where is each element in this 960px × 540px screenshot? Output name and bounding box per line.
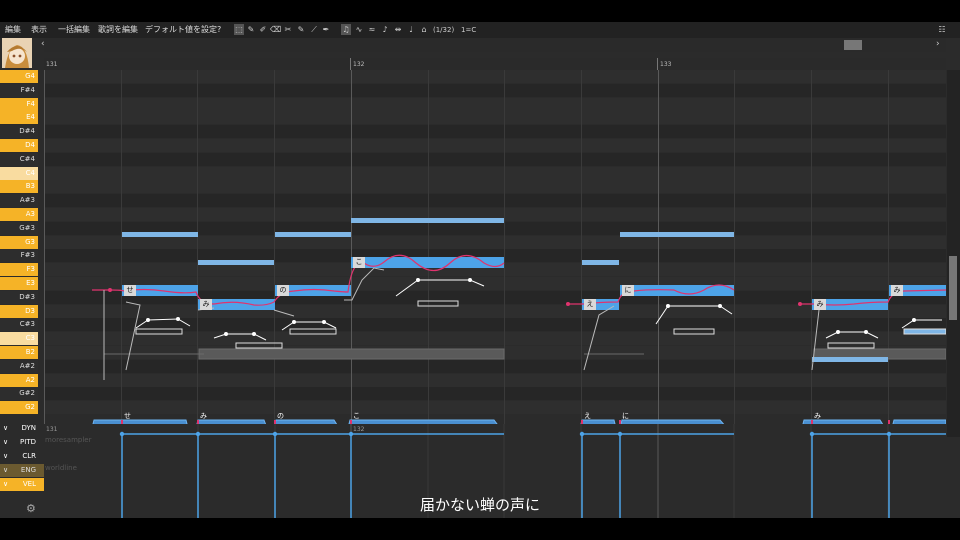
phoneme[interactable]: え — [584, 299, 596, 310]
select-tool-icon[interactable]: ⬚ — [234, 24, 244, 35]
bar-number: 133 — [660, 61, 672, 68]
lyric-label: せ — [124, 412, 131, 420]
phoneme[interactable]: み — [891, 285, 903, 296]
timeline-ruler[interactable]: 131 132 133 — [44, 58, 946, 70]
piano-key[interactable]: E4 — [0, 111, 38, 125]
phoneme[interactable]: み — [814, 299, 826, 310]
piano-key[interactable]: C3 — [0, 332, 38, 346]
piano-key[interactable]: A#2 — [0, 359, 38, 373]
lyric-label: え — [584, 412, 591, 420]
piano-key[interactable]: C4 — [0, 166, 38, 180]
lyric-label: み — [814, 412, 821, 420]
lyric-label: み — [200, 412, 207, 420]
phoneme[interactable]: の — [277, 285, 289, 296]
piano-key[interactable]: D4 — [0, 139, 38, 152]
settings-sliders-icon[interactable]: ☷ — [935, 24, 949, 35]
piano-key[interactable]: G3 — [0, 235, 38, 249]
help-button[interactable]: ? — [217, 25, 221, 35]
draw-pitch-tool-icon[interactable]: ✎ — [296, 24, 306, 35]
scroll-left-icon[interactable]: ‹ — [41, 39, 45, 49]
knife-tool-icon[interactable]: ✂ — [283, 24, 293, 35]
expression-dyn[interactable]: ∨ DYN — [0, 422, 44, 435]
line-tool-icon[interactable]: ⟋ — [309, 24, 319, 35]
piano-roll-window: 編集 表示 一括編集 歌詞を編集 デフォルト値を設定 ? ⬚ ✎ ✐ ⌫ ✂ ✎… — [0, 22, 960, 518]
lyric-label: こ — [353, 412, 360, 420]
waveform-toggle-icon[interactable]: ⌂ — [419, 24, 429, 35]
expression-eng[interactable]: ∨ ENG — [0, 464, 44, 477]
singer-avatar[interactable] — [2, 38, 32, 68]
piano-key[interactable]: C#4 — [0, 152, 38, 166]
phoneme[interactable]: せ — [124, 285, 136, 296]
piano-key[interactable]: B2 — [0, 346, 38, 359]
menu-edit[interactable]: 編集 — [5, 25, 21, 35]
piano-key[interactable]: A2 — [0, 373, 38, 387]
piano-key[interactable]: G4 — [0, 70, 38, 83]
piano-key[interactable]: F#4 — [0, 83, 38, 97]
note-canvas[interactable]: せ み の こ え に み み せ み の こ え に み — [44, 70, 946, 437]
piano-key[interactable]: A#3 — [0, 194, 38, 208]
piano-key[interactable]: G#3 — [0, 221, 38, 235]
vertical-scrollbar[interactable] — [947, 70, 960, 437]
expression-pitd[interactable]: ∨ PITD — [0, 436, 44, 449]
piano-key[interactable]: E3 — [0, 277, 38, 290]
piano-key[interactable]: F4 — [0, 97, 38, 111]
expression-vel[interactable]: ∨ VEL — [0, 478, 44, 491]
phoneme[interactable]: み — [200, 299, 212, 310]
piano-key[interactable]: C#3 — [0, 318, 38, 332]
snap-toggle-icon[interactable]: ⇹ — [393, 24, 403, 35]
piano-key[interactable]: D#4 — [0, 125, 38, 139]
piano-key[interactable]: A3 — [0, 208, 38, 221]
piano-key[interactable]: F#3 — [0, 249, 38, 263]
horizontal-scroll-thumb[interactable] — [844, 40, 862, 50]
pen-tool-icon[interactable]: ✎ — [246, 24, 256, 35]
phoneme[interactable]: に — [622, 285, 634, 296]
overwrite-pitch-tool-icon[interactable]: ✒ — [321, 24, 331, 35]
menu-bar: 編集 表示 一括編集 歌詞を編集 デフォルト値を設定 ? ⬚ ✎ ✐ ⌫ ✂ ✎… — [0, 22, 960, 38]
piano-key[interactable]: F3 — [0, 263, 38, 277]
pen-plus-tool-icon[interactable]: ✐ — [258, 24, 268, 35]
vertical-scroll-thumb[interactable] — [949, 256, 957, 320]
piano-key[interactable]: D#3 — [0, 290, 38, 304]
piano-key[interactable]: G2 — [0, 401, 38, 415]
phoneme[interactable]: こ — [353, 257, 365, 268]
lyric-label: に — [622, 412, 629, 420]
subtitle-caption: 届かない蝉の声に — [419, 496, 540, 514]
piano-key[interactable]: B3 — [0, 180, 38, 194]
horizontal-scrollbar[interactable]: ‹ › — [41, 38, 946, 52]
quantize-select[interactable]: (1/32) — [433, 25, 454, 35]
expression-clr[interactable]: ∨ CLR — [0, 450, 44, 463]
playback-toggle-icon[interactable]: ♩ — [406, 24, 416, 35]
menu-view[interactable]: 表示 — [31, 25, 47, 35]
piano-key[interactable]: G#2 — [0, 387, 38, 401]
menu-lyrics-edit[interactable]: 歌詞を編集 — [98, 25, 138, 35]
show-tips-icon[interactable]: ♫ — [341, 24, 351, 35]
snap-pitch-icon[interactable]: ♪ — [380, 24, 390, 35]
menu-set-default[interactable]: デフォルト値を設定 — [145, 25, 217, 35]
piano-key[interactable]: D3 — [0, 304, 38, 318]
show-pitch-icon[interactable]: ∿ — [354, 24, 364, 35]
show-vibrato-icon[interactable]: ≈ — [367, 24, 377, 35]
key-select[interactable]: 1=C — [461, 25, 476, 35]
lyric-label: の — [277, 412, 284, 420]
pitch-curve[interactable] — [44, 70, 946, 437]
eraser-tool-icon[interactable]: ⌫ — [270, 24, 281, 35]
menu-batch-edit[interactable]: 一括編集 — [58, 25, 90, 35]
bar-number: 131 — [46, 61, 58, 68]
bar-number: 132 — [353, 61, 365, 68]
scroll-right-icon[interactable]: › — [936, 39, 940, 49]
